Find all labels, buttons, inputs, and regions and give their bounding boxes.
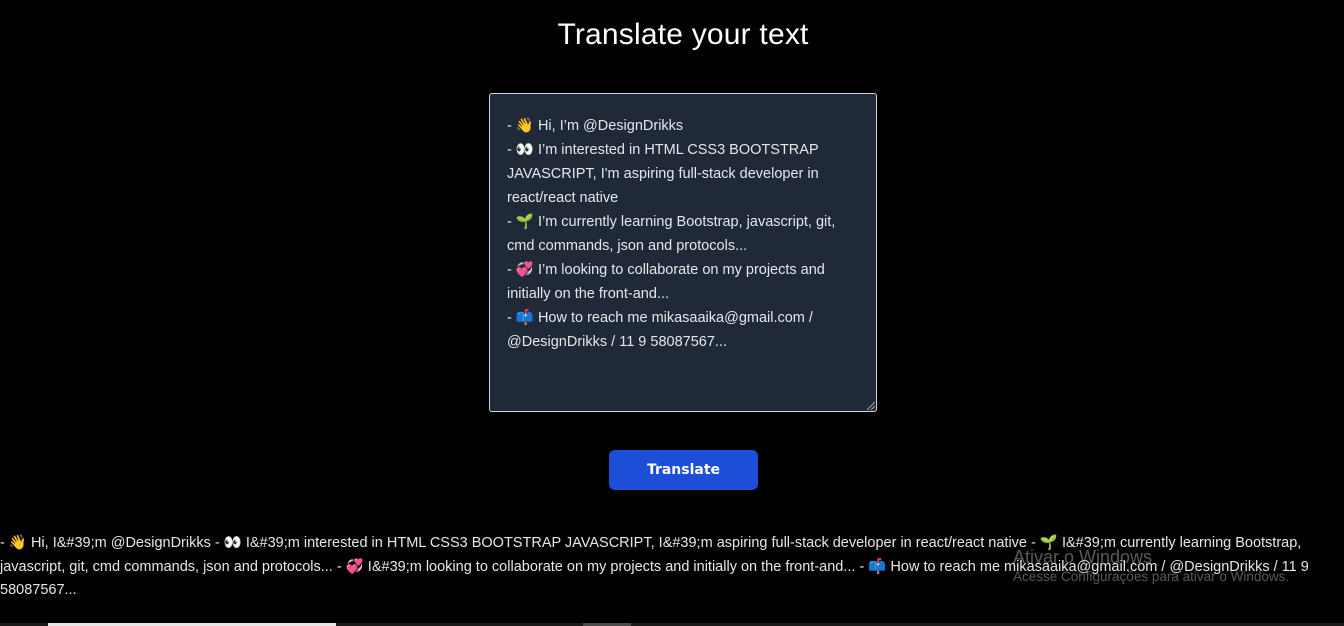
translated-output: - 👋 Hi, I&#39;m @DesignDrikks - 👀 I&#39;…: [0, 535, 1309, 598]
source-text-input[interactable]: - 👋 Hi, I’m @DesignDrikks - 👀 I’m intere…: [489, 93, 877, 412]
translate-button[interactable]: Translate: [609, 450, 758, 490]
page-title: Translate your text: [557, 18, 809, 51]
